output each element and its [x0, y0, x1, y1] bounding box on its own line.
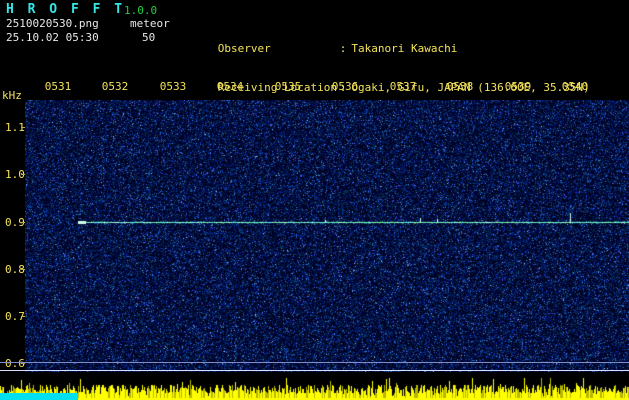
mode-label: meteor	[130, 17, 170, 30]
info-value: Takanori Kawachi	[351, 42, 458, 55]
info-label: Observer	[217, 42, 271, 55]
datetime-label: 25.10.02 05:30	[6, 31, 99, 44]
output-filename: 2510020530.png	[6, 17, 99, 30]
app-title: H R O F F T	[6, 2, 126, 17]
time-label: 0537	[389, 80, 417, 93]
time-label: 0534	[216, 80, 244, 93]
time-label: 0540	[561, 80, 589, 93]
time-label: 0536	[331, 80, 359, 93]
signal-level-canvas	[0, 374, 629, 400]
gridline-dim	[0, 362, 629, 363]
info-separator: :	[339, 42, 347, 55]
time-label: 0533	[159, 80, 187, 93]
frequency-unit-label: kHz	[2, 89, 22, 102]
count-label: 50	[142, 31, 156, 44]
time-label: 0538	[446, 80, 474, 93]
calibration-bar	[0, 393, 78, 400]
app-version: 1.0.0	[124, 4, 158, 17]
gridline-bright	[0, 370, 629, 371]
spectrogram-canvas	[25, 100, 629, 372]
info-row-observer: Observer: Takanori Kawachi	[178, 29, 590, 55]
time-label: 0539	[504, 80, 532, 93]
hrofft-window: H R O F F T 1.0.0 2510020530.png meteor …	[0, 0, 629, 400]
time-label: 0531	[44, 80, 72, 93]
time-label: 0535	[274, 80, 302, 93]
time-label: 0532	[101, 80, 129, 93]
